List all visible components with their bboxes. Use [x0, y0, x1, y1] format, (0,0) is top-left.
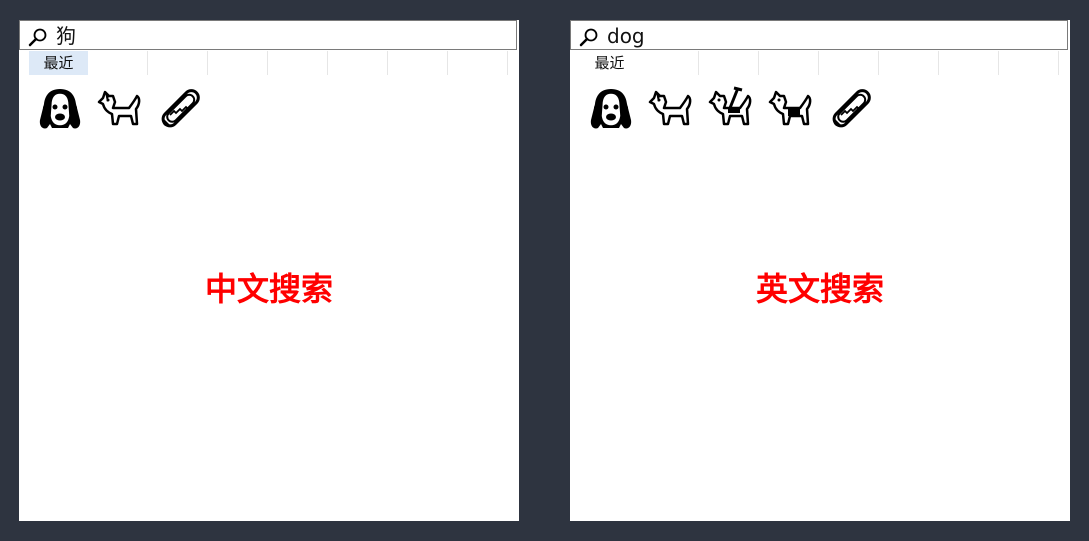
- emoji-picker-panel-chinese: 狗 最近 中文搜索: [19, 20, 519, 521]
- tab-divider: [88, 51, 148, 75]
- category-tab-row: 最近: [570, 51, 1070, 75]
- tab-divider: [999, 51, 1059, 75]
- tab-divider: [939, 51, 999, 75]
- tab-divider: [759, 51, 819, 75]
- search-input[interactable]: dog: [607, 24, 645, 48]
- tab-divider: [879, 51, 939, 75]
- caption-english-search: 英文搜索: [755, 270, 884, 308]
- category-tab-row: 最近: [19, 51, 519, 75]
- tab-divider: [388, 51, 448, 75]
- dog-face-icon[interactable]: [586, 84, 636, 134]
- search-icon: [28, 27, 48, 47]
- dog-face-icon[interactable]: [35, 84, 85, 134]
- tab-divider: [819, 51, 879, 75]
- tab-divider: [699, 51, 759, 75]
- search-icon: [579, 27, 599, 47]
- hot-dog-icon[interactable]: [826, 84, 876, 134]
- tab-divider: [639, 51, 699, 75]
- guide-dog-icon[interactable]: [706, 84, 756, 134]
- tab-divider: [268, 51, 328, 75]
- search-bar[interactable]: 狗: [19, 20, 517, 50]
- tab-recent[interactable]: 最近: [29, 51, 88, 75]
- dog-icon[interactable]: [95, 84, 145, 134]
- tab-recent[interactable]: 最近: [580, 51, 639, 75]
- caption-chinese-search: 中文搜索: [204, 270, 333, 308]
- service-dog-icon[interactable]: [766, 84, 816, 134]
- dog-icon[interactable]: [646, 84, 696, 134]
- search-input[interactable]: 狗: [56, 24, 76, 48]
- tab-divider: [148, 51, 208, 75]
- tab-divider: [208, 51, 268, 75]
- emoji-picker-panel-english: dog 最近 英文搜索: [570, 20, 1070, 521]
- search-bar[interactable]: dog: [570, 20, 1068, 50]
- hot-dog-icon[interactable]: [155, 84, 205, 134]
- tab-divider: [328, 51, 388, 75]
- tab-divider: [448, 51, 508, 75]
